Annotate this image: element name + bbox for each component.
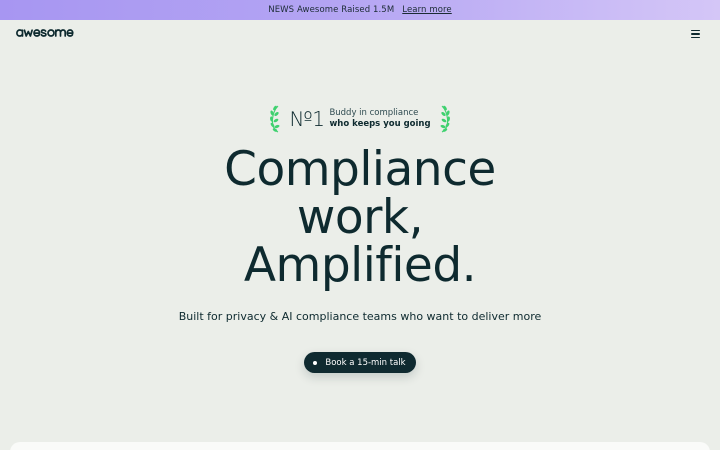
book-talk-button[interactable]: Book a 15-min talk	[304, 352, 416, 373]
cta-container: Book a 15-min talk	[0, 352, 720, 373]
rank-number: №1	[289, 107, 325, 131]
hero-line-1: Compliance	[224, 142, 496, 197]
menu-line	[691, 33, 700, 35]
learn-more-link[interactable]: Learn more	[402, 5, 451, 15]
hero-heading: Compliance work, Amplified.	[0, 146, 720, 290]
menu-line	[691, 29, 700, 31]
logo[interactable]: awesome	[16, 27, 88, 39]
awesome-logo-icon: awesome	[16, 29, 74, 37]
hamburger-icon[interactable]	[691, 27, 705, 41]
menu-line	[691, 37, 700, 39]
laurel-left-icon	[270, 105, 280, 133]
announcement-text: NEWS Awesome Raised 1.5M	[268, 5, 395, 15]
badge-line-1: Buddy in compliance	[329, 108, 419, 118]
content-card-top	[10, 442, 710, 450]
award-badge: №1 Buddy in compliance who keeps you goi…	[0, 104, 720, 134]
badge-line-2: who keeps you going	[329, 119, 431, 129]
dot-icon	[313, 360, 318, 365]
book-talk-label: Book a 15-min talk	[325, 357, 406, 368]
hero-subtitle: Built for privacy & AI compliance teams …	[178, 310, 542, 323]
laurel-right-icon	[440, 105, 450, 133]
hero-line-3: Amplified.	[243, 238, 477, 293]
top-nav: awesome	[0, 20, 720, 46]
announcement-bar: NEWS Awesome Raised 1.5M Learn more	[0, 0, 720, 20]
hero-line-2: work,	[296, 190, 424, 245]
badge-text: Buddy in compliance who keeps you going	[329, 108, 430, 130]
